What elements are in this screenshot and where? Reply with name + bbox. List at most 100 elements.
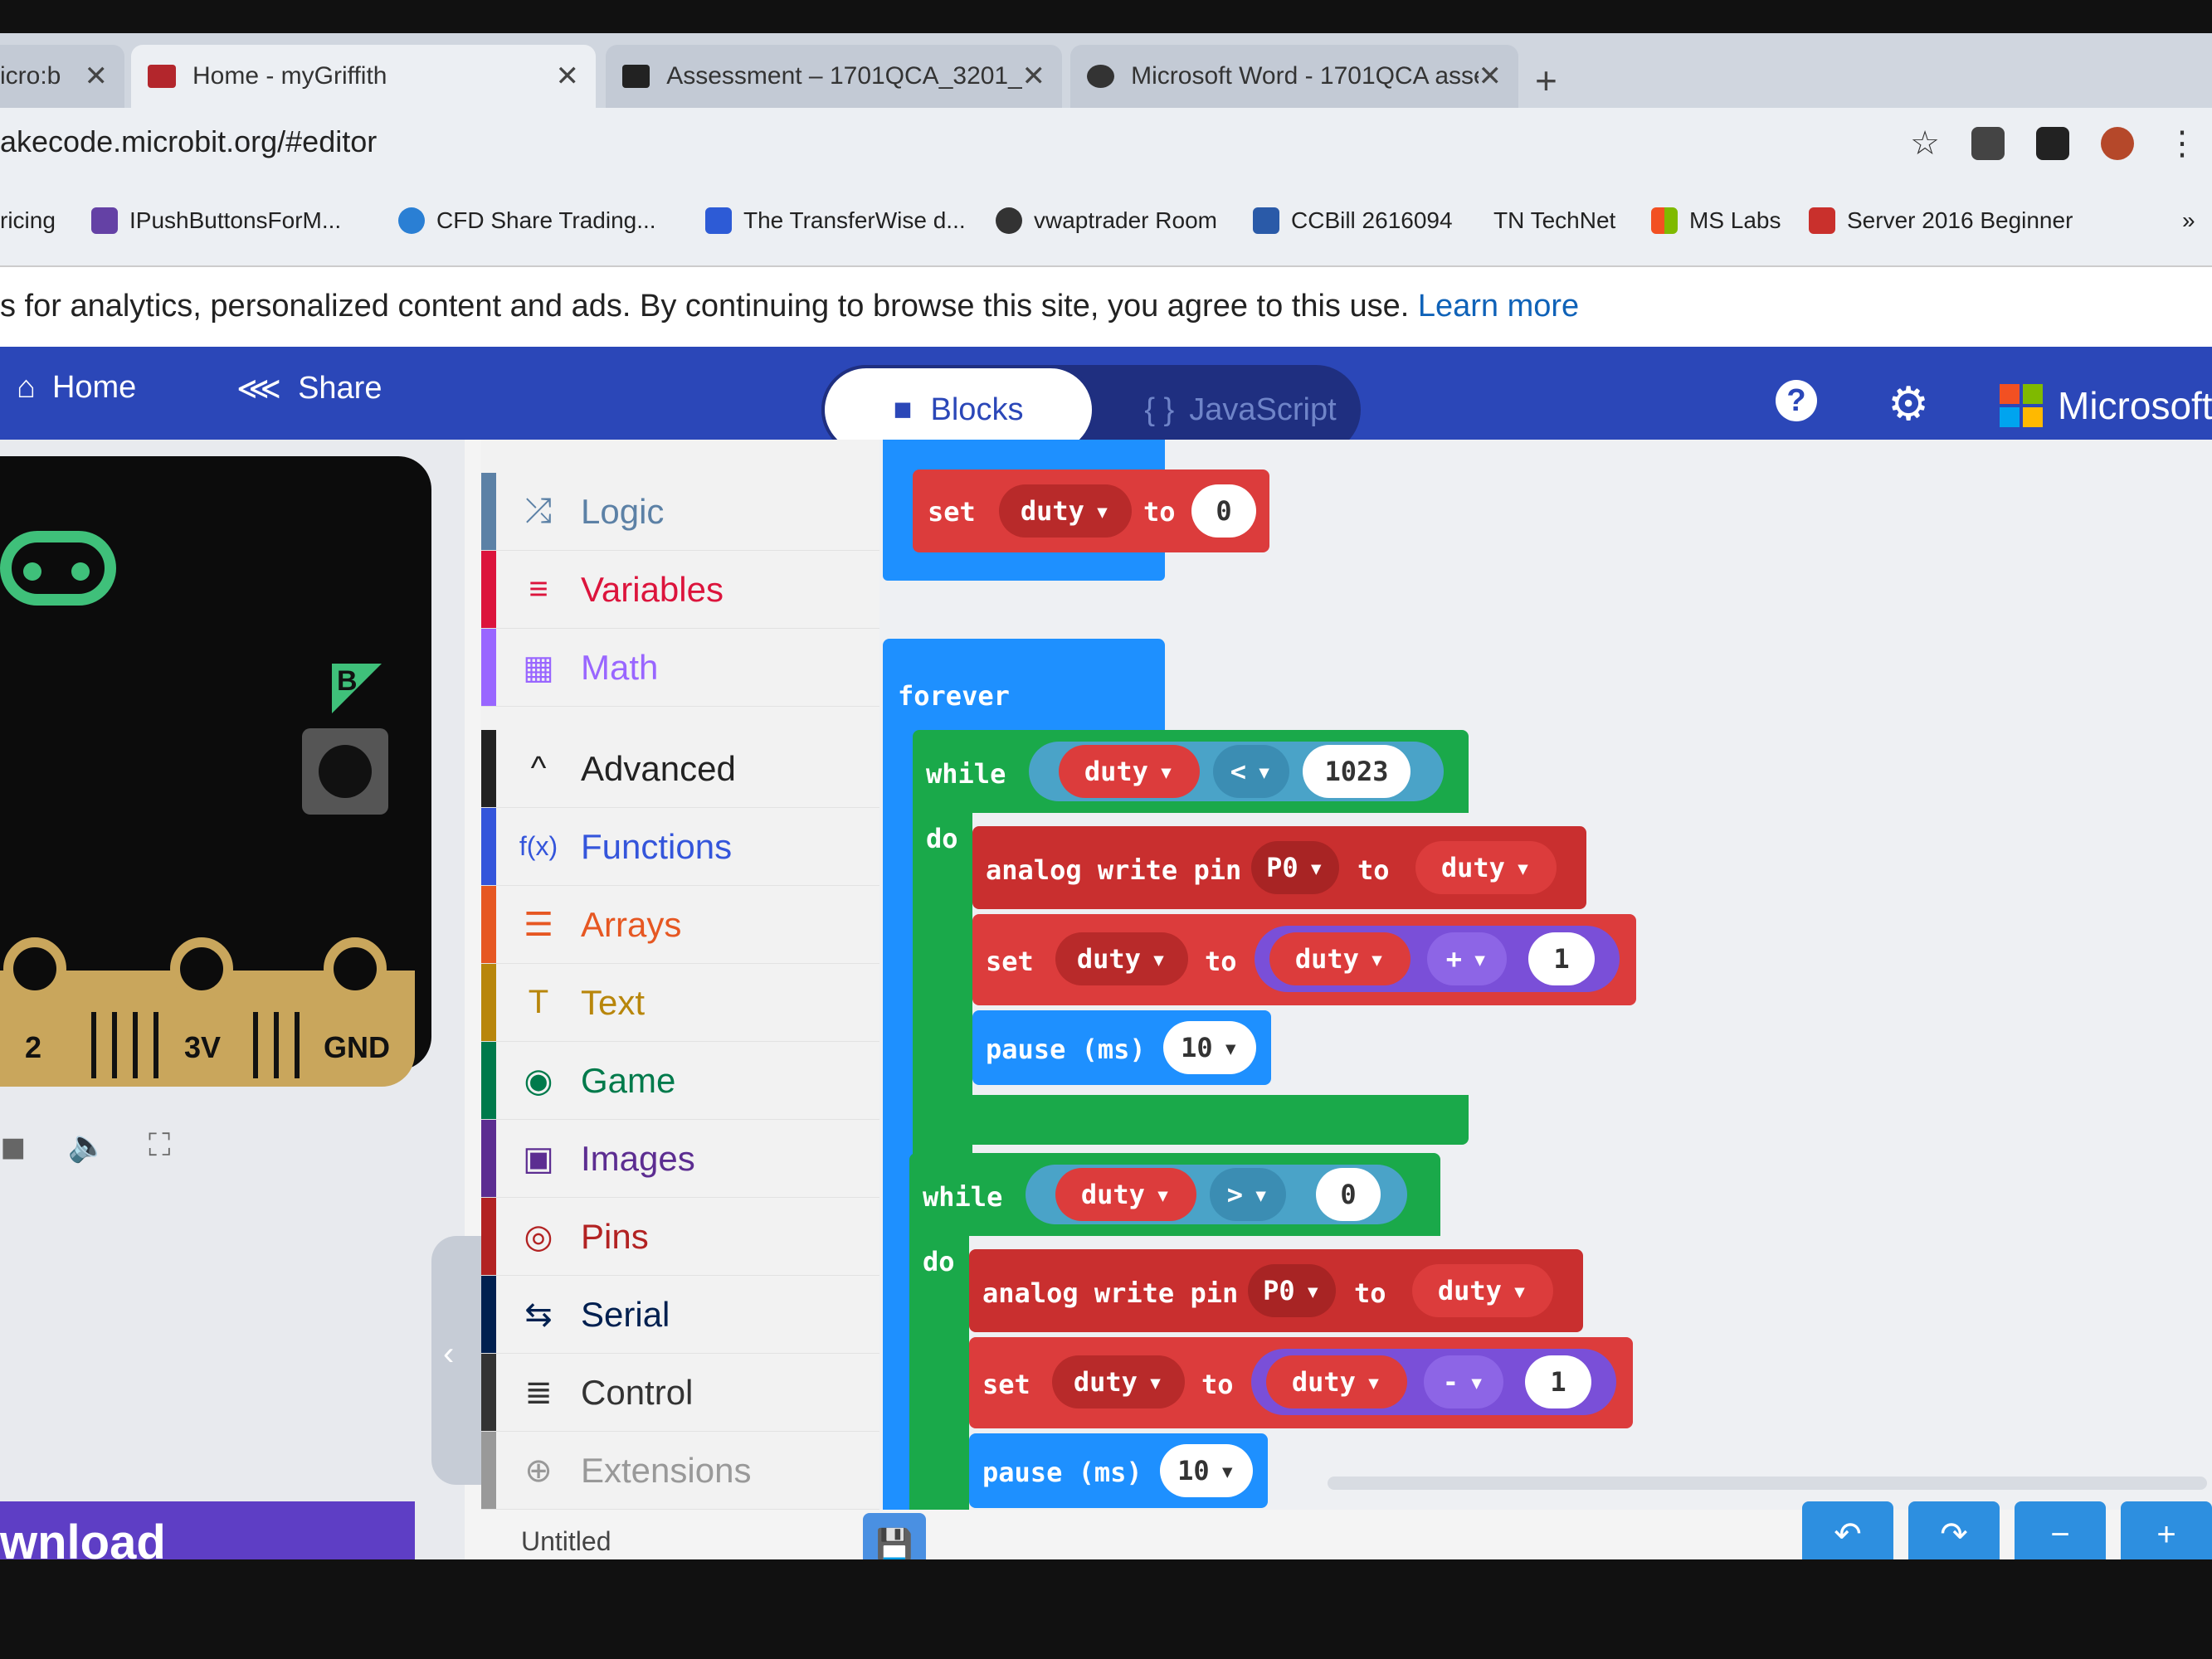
close-icon[interactable]: ✕ [1022,60,1046,93]
close-icon[interactable]: ✕ [85,60,109,93]
pause-dropdown[interactable]: 10 [1163,1021,1256,1074]
bookmark-item[interactable]: vwaptrader Room [996,207,1217,234]
pin-gnd[interactable] [324,937,387,1000]
bookmark-item[interactable]: CFD Share Trading... [398,207,656,234]
translate-extension-icon[interactable] [1971,127,2005,160]
category-serial[interactable]: ⇆ Serial [481,1276,879,1354]
while-block-2[interactable]: while duty > 0 [909,1153,1440,1236]
variable-dropdown[interactable]: duty [999,484,1132,538]
list-icon: ≡ [529,571,548,607]
help-button[interactable]: ? [1776,380,1817,421]
number-input[interactable]: 1 [1525,1355,1591,1408]
star-icon[interactable]: ☆ [1910,124,1940,163]
pin-2[interactable] [3,937,66,1000]
bookmarks-more[interactable]: » [2182,207,2195,234]
to-keyword: to [1143,496,1176,528]
operator-dropdown[interactable]: < [1213,745,1289,798]
variable-dropdown[interactable]: duty [1055,932,1188,985]
variable-dropdown[interactable]: duty [1415,841,1557,894]
category-text[interactable]: T Text [481,964,879,1042]
target-icon: ◎ [524,1218,553,1255]
mute-icon[interactable]: 🔈 [68,1128,107,1165]
fullscreen-icon[interactable]: ⛶ [149,1128,171,1165]
set-duty-block[interactable]: set duty to 0 [913,469,1269,552]
bookmark-item[interactable]: IPushButtonsForM... [91,207,341,234]
category-functions[interactable]: f(x) Functions [481,808,879,886]
variable-dropdown[interactable]: duty [1055,1168,1196,1221]
pause-block-1[interactable]: pause (ms) 10 [972,1010,1271,1085]
close-icon[interactable]: ✕ [556,60,580,93]
bookmark-label: TN TechNet [1493,207,1616,233]
workspace-scrollbar[interactable] [1328,1477,2207,1490]
button-b[interactable] [302,728,388,815]
category-arrays[interactable]: ☰ Arrays [481,886,879,964]
category-control[interactable]: ≣ Control [481,1354,879,1432]
tab-microsoft-word[interactable]: Microsoft Word - 1701QCA asse ✕ [1070,45,1518,108]
bookmark-extension-icon[interactable] [2036,127,2069,160]
redo-icon[interactable]: ↷ [1908,1501,2000,1559]
set-duty-plus-block[interactable]: set duty to duty + 1 [972,914,1636,1005]
analog-write-block-2[interactable]: analog write pin P0 to duty [969,1249,1583,1332]
share-button[interactable]: ⋘ Share [236,370,382,407]
zoom-in-icon[interactable]: + [2121,1501,2212,1559]
variable-dropdown[interactable]: duty [1412,1264,1553,1317]
category-images[interactable]: ▣ Images [481,1120,879,1198]
tab-home-mygriffith[interactable]: Home - myGriffith ✕ [131,45,596,108]
griffith-favicon-icon [148,65,176,88]
home-button[interactable]: ⌂ Home [17,370,136,406]
extension-icon[interactable] [2101,127,2134,160]
pin-dropdown[interactable]: P0 [1248,1264,1336,1317]
blocks-workspace[interactable]: set duty to 0 forever while duty < 1023 … [879,440,2212,1510]
while-block-1[interactable]: while duty < 1023 [913,730,1469,813]
bookmark-item[interactable]: CCBill 2616094 [1253,207,1453,234]
variable-dropdown[interactable]: duty [1269,932,1411,985]
category-variables[interactable]: ≡ Variables [481,551,879,629]
restart-icon[interactable]: ◼ [0,1128,27,1165]
url-text[interactable]: akecode.microbit.org/#editor [0,124,377,159]
download-button[interactable]: wnload [0,1501,415,1559]
undo-icon[interactable]: ↶ [1802,1501,1893,1559]
menu-icon[interactable]: ⋮ [2166,124,2199,163]
calculator-icon: ▦ [523,649,554,686]
project-name[interactable]: Untitled [521,1526,611,1557]
pause-block-2[interactable]: pause (ms) 10 [969,1433,1268,1508]
category-math[interactable]: ▦ Math [481,629,879,707]
category-advanced[interactable]: ^ Advanced [481,730,879,808]
pin-3v[interactable] [170,937,233,1000]
close-icon[interactable]: ✕ [1479,60,1503,93]
pin-dropdown[interactable]: P0 [1251,841,1339,894]
zoom-out-icon[interactable]: − [2015,1501,2106,1559]
variable-dropdown[interactable]: duty [1266,1355,1407,1408]
learn-more-link[interactable]: Learn more [1418,289,1579,324]
tab-assessment[interactable]: Assessment – 1701QCA_3201_( ✕ [606,45,1062,108]
operator-dropdown[interactable]: > [1210,1168,1286,1221]
number-input[interactable]: 0 [1316,1168,1381,1221]
bookmark-item[interactable]: Server 2016 Beginner [1809,207,2073,234]
category-pins[interactable]: ◎ Pins [481,1198,879,1276]
save-icon[interactable]: 💾 [863,1513,926,1559]
analog-write-block-1[interactable]: analog write pin P0 to duty [972,826,1586,909]
bookmark-item[interactable]: MS Labs [1651,207,1781,234]
tab-microbit[interactable]: icro:b ✕ [0,45,124,108]
category-extensions[interactable]: ⊕ Extensions [481,1432,879,1510]
number-input[interactable]: 1023 [1303,745,1411,798]
number-input[interactable]: 1 [1528,932,1595,985]
pause-dropdown[interactable]: 10 [1160,1444,1253,1497]
variable-dropdown[interactable]: duty [1059,745,1200,798]
operator-dropdown[interactable]: - [1424,1355,1503,1408]
new-tab-button[interactable]: + [1535,58,1557,103]
microsoft-logo[interactable]: Microsoft [2000,383,2212,428]
operator-dropdown[interactable]: + [1427,932,1507,985]
address-bar[interactable]: akecode.microbit.org/#editor [0,108,2212,184]
forever-block[interactable]: forever [883,639,1165,738]
bookmark-item[interactable]: ricing [0,207,56,234]
set-duty-minus-block[interactable]: set duty to duty - 1 [969,1337,1633,1428]
number-input[interactable]: 0 [1191,484,1256,538]
bookmark-item[interactable]: The TransferWise d... [705,207,966,234]
gear-icon[interactable]: ⚙ [1888,377,1929,431]
category-game[interactable]: ◉ Game [481,1042,879,1120]
collapse-simulator-button[interactable]: ‹ [431,1236,481,1485]
category-logic[interactable]: ⤮ Logic [481,473,879,551]
bookmark-item[interactable]: TN TechNet [1493,207,1615,234]
variable-dropdown[interactable]: duty [1052,1355,1185,1408]
